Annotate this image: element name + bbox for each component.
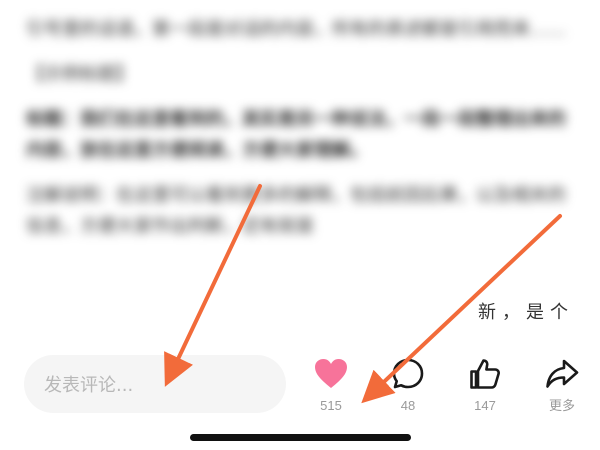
share-arrow-icon (546, 359, 579, 388)
comment-button[interactable]: 48 (378, 356, 438, 416)
like-count: 515 (320, 398, 342, 413)
heart-icon (315, 359, 347, 388)
article-paragraph: 注解说明：在这里可以看到更多的解释，包括前因后果，以及相关的信息，方便大家作出判… (26, 185, 566, 237)
share-button[interactable]: 更多 (532, 356, 592, 416)
like-button[interactable]: 515 (301, 356, 361, 416)
comment-count: 48 (400, 398, 416, 413)
thumbs-up-count: 147 (474, 398, 496, 413)
article-visible-text: 新，是个 (478, 302, 574, 323)
article-paragraph: 标题：我们在这里看到的，其实是另一种说法，一段一段整理出来的内容，放在这里方便阅… (26, 109, 566, 161)
article-paragraph: 【示例标题】 (26, 64, 134, 85)
article-paragraph: 引号里的话语，第一段是对话的内容，所有的表述都是引用而来…… (26, 19, 566, 40)
comment-placeholder: 发表评论... (44, 375, 134, 396)
comment-bubble-icon (392, 358, 424, 389)
article-page: 引号里的话语，第一段是对话的内容，所有的表述都是引用而来…… 【示例标题】 标题… (0, 0, 600, 450)
thumbs-up-icon (470, 359, 500, 389)
comment-input[interactable]: 发表评论... (24, 355, 286, 413)
thumbs-up-button[interactable]: 147 (455, 356, 515, 416)
more-label: 更多 (548, 398, 575, 413)
home-indicator[interactable] (190, 434, 411, 441)
